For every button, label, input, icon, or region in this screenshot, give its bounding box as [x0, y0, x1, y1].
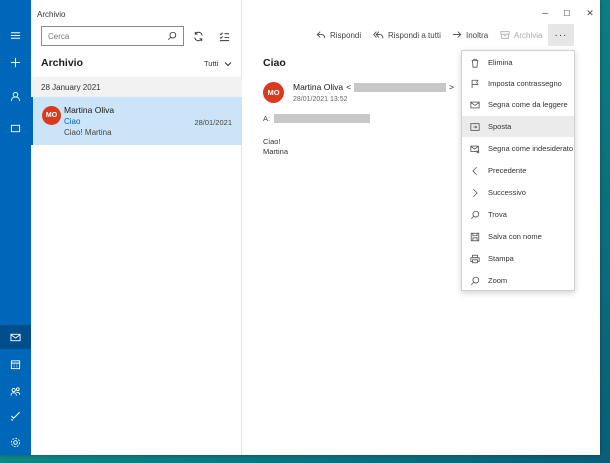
forward-icon — [452, 31, 462, 38]
envelope-icon — [470, 101, 480, 108]
sync-icon[interactable] — [190, 28, 206, 44]
menu-item-zoom[interactable]: Zoom — [462, 270, 574, 291]
reply-all-label: Rispondi a tutti — [388, 30, 441, 40]
body-line: Martina — [263, 147, 289, 156]
select-mode-icon[interactable] — [216, 28, 232, 44]
todo-icon[interactable] — [0, 403, 31, 427]
people-icon[interactable] — [0, 379, 31, 403]
sender-name[interactable]: Martina Oliva — [293, 82, 343, 92]
recipient-line: A: — [263, 114, 371, 123]
sender-open-bracket: < — [346, 82, 352, 92]
calendar-icon[interactable] — [0, 352, 31, 376]
archive-button[interactable]: Archivia — [500, 30, 542, 40]
sender-avatar: MO — [263, 82, 284, 103]
move-icon — [470, 122, 480, 131]
date-group-header: 28 January 2021 — [31, 77, 242, 97]
message-body: Ciao! Martina — [263, 137, 288, 157]
menu-item-stampa[interactable]: Stampa — [462, 248, 574, 269]
folder-title: Archivio — [41, 57, 84, 69]
reply-label: Rispondi — [330, 30, 362, 40]
sender-line: Martina Oliva < > — [293, 82, 454, 92]
nav-rail — [0, 0, 31, 455]
menu-item-label: Salva con nome — [488, 232, 542, 241]
menu-item-label: Precedente — [488, 166, 527, 175]
menu-item-label: Elimina — [488, 58, 513, 67]
list-item-preview: Ciao! Martina — [64, 128, 112, 137]
chevron-down-icon — [224, 61, 232, 66]
trash-icon — [471, 58, 479, 68]
list-item-date: 28/01/2021 — [194, 118, 232, 127]
list-item-sender: Martina Oliva — [64, 105, 115, 115]
window-title: Archivio — [37, 10, 66, 19]
list-item[interactable]: MO Martina Oliva Ciao Ciao! Martina 28/0… — [31, 97, 242, 145]
menu-item-successivo[interactable]: Successivo — [462, 182, 574, 203]
forward-label: Inoltra — [466, 30, 489, 40]
menu-item-precedente[interactable]: Precedente — [462, 160, 574, 181]
avatar: MO — [42, 106, 61, 125]
search-icon — [470, 210, 480, 219]
redacted-email — [354, 82, 447, 92]
menu-item-trova[interactable]: Trova — [462, 204, 574, 225]
menu-item-salva-con-nome[interactable]: Salva con nome — [462, 226, 574, 247]
search-icon[interactable] — [167, 31, 177, 41]
filter-dropdown[interactable]: Tutti — [204, 59, 232, 68]
chevron-right-icon — [473, 188, 478, 197]
hamburger-icon[interactable] — [0, 23, 31, 47]
menu-item-label: Stampa — [488, 254, 514, 263]
menu-item-imposta-contrassegno[interactable]: Imposta contrassegno — [462, 73, 574, 94]
message-subject: Ciao — [263, 57, 286, 69]
junk-icon — [470, 145, 480, 153]
menu-item-segna-da-leggere[interactable]: Segna come da leggere — [462, 94, 574, 115]
flag-icon — [471, 79, 479, 88]
folder-icon[interactable] — [0, 116, 31, 140]
print-icon — [470, 254, 480, 263]
forward-button[interactable]: Inoltra — [452, 30, 488, 40]
reply-button[interactable]: Rispondi — [316, 30, 361, 40]
settings-icon[interactable] — [0, 430, 31, 454]
menu-item-label: Segna come da leggere — [488, 100, 568, 109]
more-actions-menu: Elimina Imposta contrassegno Segna come … — [461, 50, 575, 291]
reply-all-button[interactable]: Rispondi a tutti — [373, 30, 441, 40]
menu-item-label: Segna come indesiderato — [488, 144, 574, 153]
mail-window: Archivio Cerca Archivio Tutti 28 January… — [0, 0, 600, 455]
message-list-pane: Archivio Cerca Archivio Tutti 28 January… — [31, 0, 242, 455]
reply-icon — [316, 31, 326, 39]
menu-item-elimina[interactable]: Elimina — [462, 52, 574, 73]
body-line: Ciao! — [263, 137, 281, 146]
menu-item-label: Successivo — [488, 188, 526, 197]
filter-label: Tutti — [204, 59, 219, 68]
menu-item-label: Zoom — [488, 276, 508, 285]
reply-all-icon — [373, 31, 384, 39]
save-icon — [470, 232, 480, 241]
sender-close-bracket: > — [449, 82, 455, 92]
archive-label: Archivia — [514, 30, 543, 40]
search-input[interactable]: Cerca — [41, 26, 184, 46]
plus-icon[interactable] — [0, 50, 31, 74]
mail-icon[interactable] — [0, 325, 31, 349]
redacted-recipient — [274, 114, 371, 123]
search-placeholder: Cerca — [48, 31, 70, 41]
more-actions-button[interactable]: ··· — [548, 24, 574, 46]
menu-item-label: Imposta contrassegno — [488, 79, 562, 88]
person-icon[interactable] — [0, 84, 31, 108]
zoom-icon — [470, 276, 480, 285]
list-item-subject: Ciao — [64, 117, 81, 126]
menu-item-segna-indesiderato[interactable]: Segna come indesiderato — [462, 138, 574, 159]
menu-item-sposta[interactable]: Sposta — [462, 116, 574, 137]
archive-icon — [500, 31, 510, 39]
chevron-left-icon — [472, 166, 477, 175]
menu-item-label: Trova — [488, 210, 507, 219]
sent-date: 28/01/2021 13:52 — [293, 96, 348, 103]
to-label: A: — [263, 114, 271, 123]
menu-item-label: Sposta — [488, 122, 512, 131]
